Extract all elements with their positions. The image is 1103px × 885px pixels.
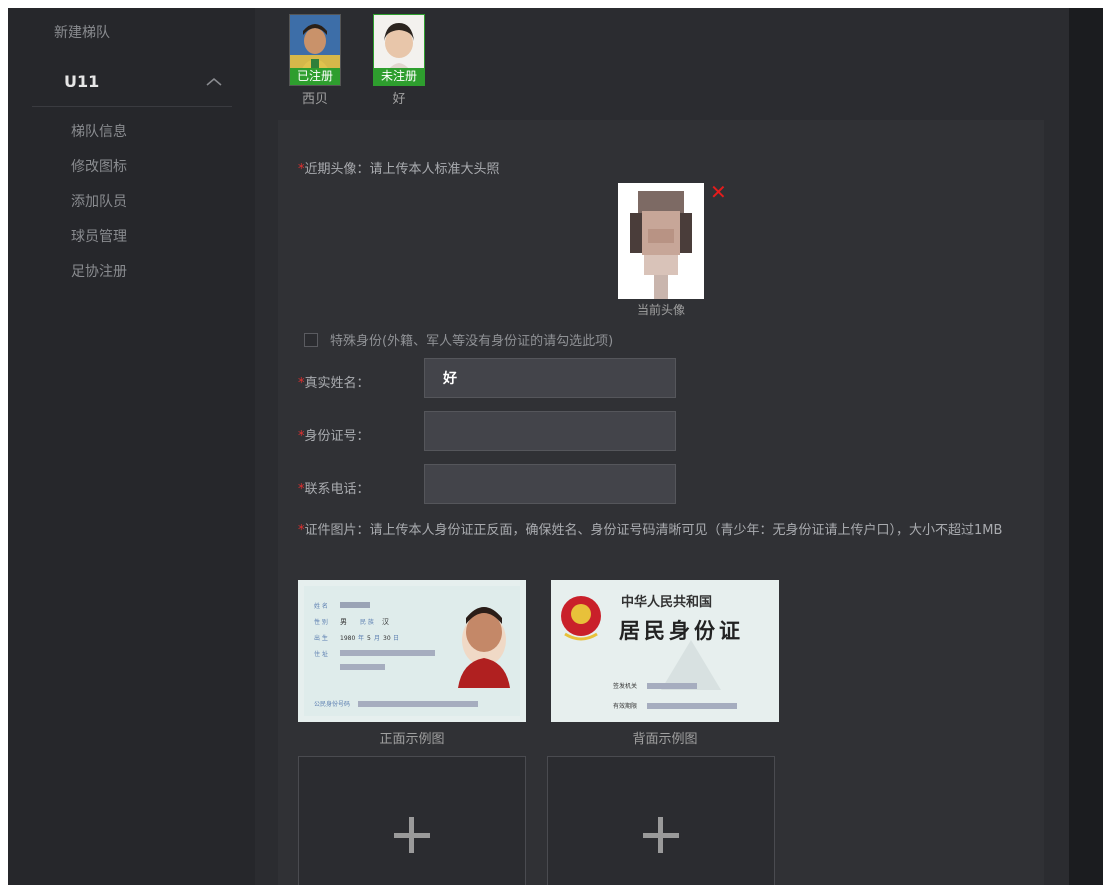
avatar-label: 近期头像：请上传本人标准大头照 — [304, 162, 500, 177]
team-name: U11 — [64, 72, 100, 91]
back-title: 居民身份证 — [619, 618, 744, 643]
sidebar: 新建梯队 U11 梯队信息 修改图标 添加队员 球员管理 足协注册 — [8, 8, 255, 885]
real-name-input[interactable]: 好 — [424, 358, 676, 398]
app-window: 新建梯队 U11 梯队信息 修改图标 添加队员 球员管理 足协注册 已注册 西贝… — [8, 8, 1103, 885]
right-scroll-area[interactable] — [1069, 8, 1103, 885]
id-number-input[interactable] — [424, 411, 676, 451]
sidebar-item-edit-icon[interactable]: 修改图标 — [71, 157, 127, 192]
front-birth-month: 5 — [367, 635, 371, 642]
front-birth-label: 出 生 — [314, 634, 328, 642]
avatar-label-row: *近期头像：请上传本人标准大头照 — [298, 158, 500, 177]
front-day-unit: 日 — [393, 635, 399, 642]
front-gender: 男 — [340, 618, 347, 626]
name-label: 真实姓名： — [304, 376, 370, 391]
id-label-group: *身份证号： — [298, 425, 370, 444]
team-header[interactable]: U11 — [32, 64, 232, 107]
special-identity-checkbox[interactable] — [304, 332, 318, 347]
cert-note-text: 证件图片：请上传本人身份证正反面，确保姓名、身份证号码清晰可见（青少年：无身份证… — [304, 523, 1003, 538]
front-birth-day: 30 — [383, 635, 391, 642]
player-photo: 未注册 — [373, 14, 425, 86]
back-country: 中华人民共和国 — [621, 594, 712, 610]
id-label: 身份证号： — [304, 429, 370, 444]
player-card[interactable]: 已注册 西贝 — [289, 14, 341, 107]
phone-input[interactable] — [424, 464, 676, 504]
plus-icon — [658, 817, 663, 853]
sidebar-item-add-member[interactable]: 添加队员 — [71, 192, 127, 227]
id-front-example: 姓 名 性 别 男 民 族 汉 出 生 1980 年 5 月 30 日 住 址 — [298, 580, 526, 722]
upload-front-button[interactable] — [298, 756, 526, 885]
status-badge: 已注册 — [290, 68, 340, 85]
phone-label: 联系电话： — [304, 482, 370, 497]
player-card[interactable]: 未注册 好 — [373, 14, 425, 107]
front-ethnicity: 汉 — [382, 618, 389, 626]
front-address-label: 住 址 — [314, 650, 328, 658]
front-caption: 正面示例图 — [379, 732, 445, 747]
front-id-number-label: 公民身份号码 — [314, 700, 350, 708]
back-caption: 背面示例图 — [632, 732, 698, 747]
back-issuer-label: 签发机关 — [613, 682, 637, 690]
delete-avatar-icon[interactable]: ✕ — [710, 182, 727, 202]
cert-note: *证件图片：请上传本人身份证正反面，确保姓名、身份证号码清晰可见（青少年：无身份… — [298, 522, 1028, 540]
chevron-up-icon[interactable] — [204, 72, 224, 92]
front-year-unit: 年 — [358, 634, 364, 642]
name-label-group: *真实姓名： — [298, 372, 370, 391]
upload-back-button[interactable] — [547, 756, 775, 885]
front-name-label: 姓 名 — [314, 602, 328, 610]
avatar-photo — [618, 183, 704, 299]
front-ethnicity-label: 民 族 — [360, 618, 374, 626]
main-panel: 已注册 西贝 未注册 好 *近期头像：请上传本人标准大头照 ✕ 当前头像 特殊身… — [255, 8, 1069, 885]
special-identity-label: 特殊身份(外籍、军人等没有身份证的请勾选此项) — [330, 334, 614, 349]
sidebar-menu: 梯队信息 修改图标 添加队员 球员管理 足协注册 — [71, 122, 127, 297]
front-gender-label: 性 别 — [314, 618, 328, 626]
back-validity-label: 有效期限 — [613, 702, 637, 710]
new-team-link[interactable]: 新建梯队 — [54, 22, 110, 42]
front-month-unit: 月 — [374, 635, 380, 642]
player-name: 西贝 — [301, 92, 328, 107]
id-card-back-image: 中华人民共和国 居民身份证 签发机关 有效期限 — [551, 580, 779, 722]
id-back-example: 中华人民共和国 居民身份证 签发机关 有效期限 — [551, 580, 779, 722]
front-birth-year: 1980 — [340, 635, 355, 642]
phone-label-group: *联系电话： — [298, 478, 370, 497]
id-card-front-image: 姓 名 性 别 男 民 族 汉 出 生 1980 年 5 月 30 日 住 址 — [298, 580, 526, 722]
player-photo: 已注册 — [289, 14, 341, 86]
special-identity-row[interactable]: 特殊身份(外籍、军人等没有身份证的请勾选此项) — [304, 330, 613, 349]
avatar-caption: 当前头像 — [636, 303, 685, 317]
sidebar-item-player-management[interactable]: 球员管理 — [71, 227, 127, 262]
player-registration-form: *近期头像：请上传本人标准大头照 ✕ 当前头像 特殊身份(外籍、军人等没有身份证… — [278, 120, 1044, 885]
sidebar-item-fa-registration[interactable]: 足协注册 — [71, 262, 127, 297]
plus-icon — [409, 817, 414, 853]
player-name: 好 — [392, 92, 406, 107]
current-avatar[interactable] — [618, 183, 704, 299]
status-badge: 未注册 — [374, 68, 424, 85]
sidebar-item-team-info[interactable]: 梯队信息 — [71, 122, 127, 157]
